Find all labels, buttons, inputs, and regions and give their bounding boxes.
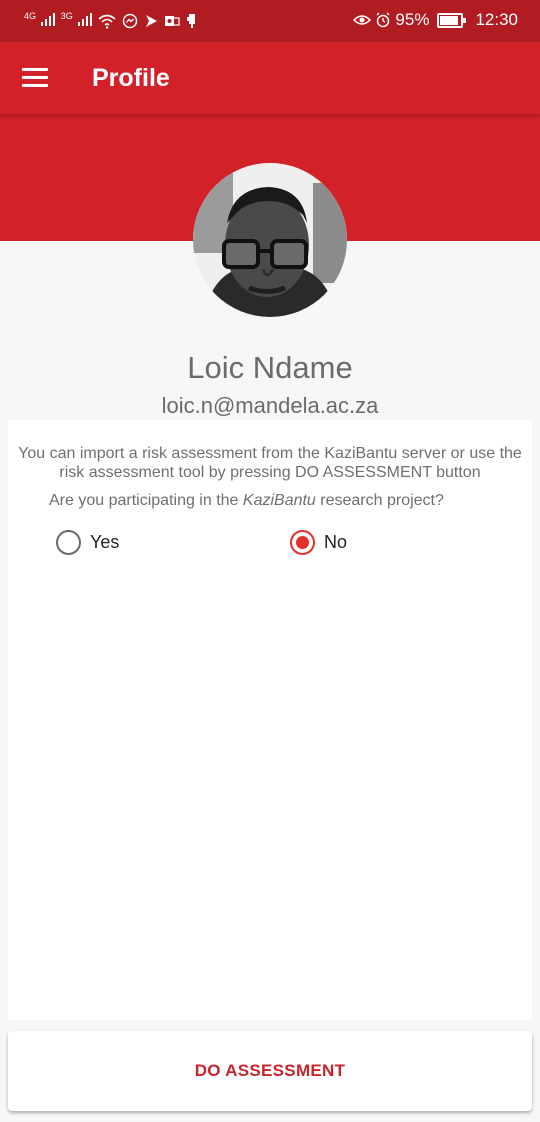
question-text-end: research project? bbox=[315, 492, 444, 509]
profile-email: loic.n@mandela.ac.za bbox=[161, 393, 379, 418]
radio-no[interactable]: No bbox=[290, 530, 347, 555]
do-assessment-button[interactable]: DO ASSESSMENT bbox=[8, 1031, 532, 1111]
info-text: You can import a risk assessment from th… bbox=[18, 445, 522, 481]
status-bar: 4G 3G 95% 12:30 bbox=[0, 0, 540, 42]
profile-name: Loic Ndame bbox=[187, 350, 353, 385]
clock: 12:30 bbox=[475, 10, 518, 29]
status-right: 95% 12:30 bbox=[353, 10, 518, 30]
outlook-icon bbox=[164, 16, 180, 26]
participation-question: Are you participating in the KaziBantu r… bbox=[49, 492, 444, 510]
menu-icon[interactable] bbox=[22, 68, 48, 88]
radio-yes[interactable]: Yes bbox=[56, 530, 119, 555]
question-text: Are you participating in the bbox=[49, 492, 243, 509]
signal-icon: 3G bbox=[61, 11, 92, 31]
radio-label-no: No bbox=[324, 532, 348, 552]
radio-circle-no[interactable] bbox=[290, 530, 315, 555]
alarm-icon bbox=[376, 12, 390, 28]
messenger-icon bbox=[122, 13, 137, 29]
send-icon bbox=[145, 15, 157, 27]
radio-label-yes: Yes bbox=[90, 532, 120, 552]
project-name: KaziBantu bbox=[242, 492, 316, 509]
network-type: 3G bbox=[60, 11, 73, 21]
page-title: Profile bbox=[92, 64, 170, 92]
radio-circle-yes[interactable] bbox=[56, 530, 81, 555]
battery-icon bbox=[437, 12, 467, 28]
battery-percent: 95% bbox=[395, 10, 430, 29]
usb-icon bbox=[186, 14, 195, 28]
app-bar: Profile bbox=[0, 42, 540, 114]
network-type: 4G bbox=[24, 11, 37, 21]
status-left: 4G 3G bbox=[24, 11, 198, 31]
signal-icon: 4G bbox=[24, 11, 55, 31]
do-assessment-label: DO ASSESSMENT bbox=[194, 1061, 346, 1080]
avatar bbox=[193, 163, 347, 317]
eye-icon bbox=[353, 15, 372, 25]
assessment-card: You can import a risk assessment from th… bbox=[8, 420, 532, 1020]
user-photo bbox=[193, 163, 347, 317]
wifi-icon bbox=[97, 14, 116, 29]
